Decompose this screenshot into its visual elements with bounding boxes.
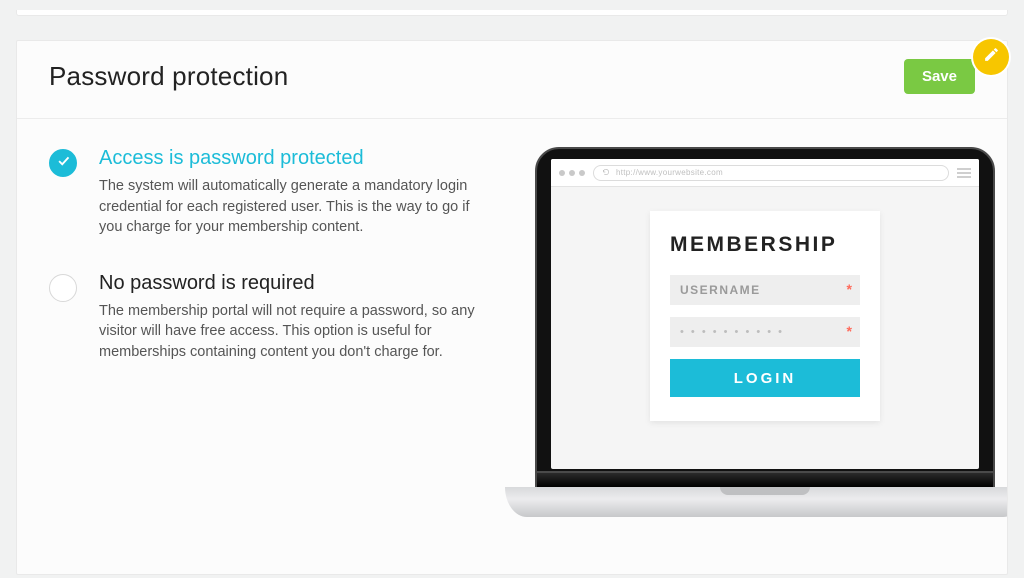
login-form-preview: MEMBERSHIP USERNAME * • • • • • • • • • … [650, 211, 880, 421]
window-dots-icon [559, 170, 585, 176]
previous-card-edge [16, 10, 1008, 16]
refresh-icon [602, 168, 610, 178]
edit-button[interactable] [973, 39, 1009, 75]
password-field-preview: • • • • • • • • • • * [670, 317, 860, 347]
address-url: http://www.yourwebsite.com [616, 168, 723, 177]
browser-chrome: http://www.yourwebsite.com [551, 159, 979, 187]
card-title: Password protection [49, 61, 288, 92]
option-description: The system will automatically generate a… [99, 176, 479, 238]
address-bar: http://www.yourwebsite.com [593, 165, 949, 181]
radio-unselected[interactable] [49, 274, 77, 302]
username-field-preview: USERNAME * [670, 275, 860, 305]
login-button-preview: LOGIN [670, 359, 860, 397]
check-icon [56, 153, 71, 173]
option-no-password[interactable]: No password is required The membership p… [49, 272, 499, 363]
option-title: No password is required [99, 272, 479, 295]
laptop-illustration: http://www.yourwebsite.com MEMBERSHIP US… [523, 147, 1007, 517]
option-title: Access is password protected [99, 147, 479, 170]
login-form-title: MEMBERSHIP [670, 233, 860, 257]
pencil-icon [983, 46, 1000, 68]
menu-icon [957, 168, 971, 178]
required-asterisk: * [847, 281, 852, 297]
option-password-protected[interactable]: Access is password protected The system … [49, 147, 499, 238]
card-header: Password protection Save [17, 41, 1007, 119]
save-button[interactable]: Save [904, 59, 975, 94]
radio-selected[interactable] [49, 149, 77, 177]
required-asterisk: * [847, 323, 852, 339]
option-description: The membership portal will not require a… [99, 301, 479, 363]
password-protection-card: Password protection Save Access is passw… [16, 40, 1008, 575]
options-list: Access is password protected The system … [49, 147, 499, 396]
